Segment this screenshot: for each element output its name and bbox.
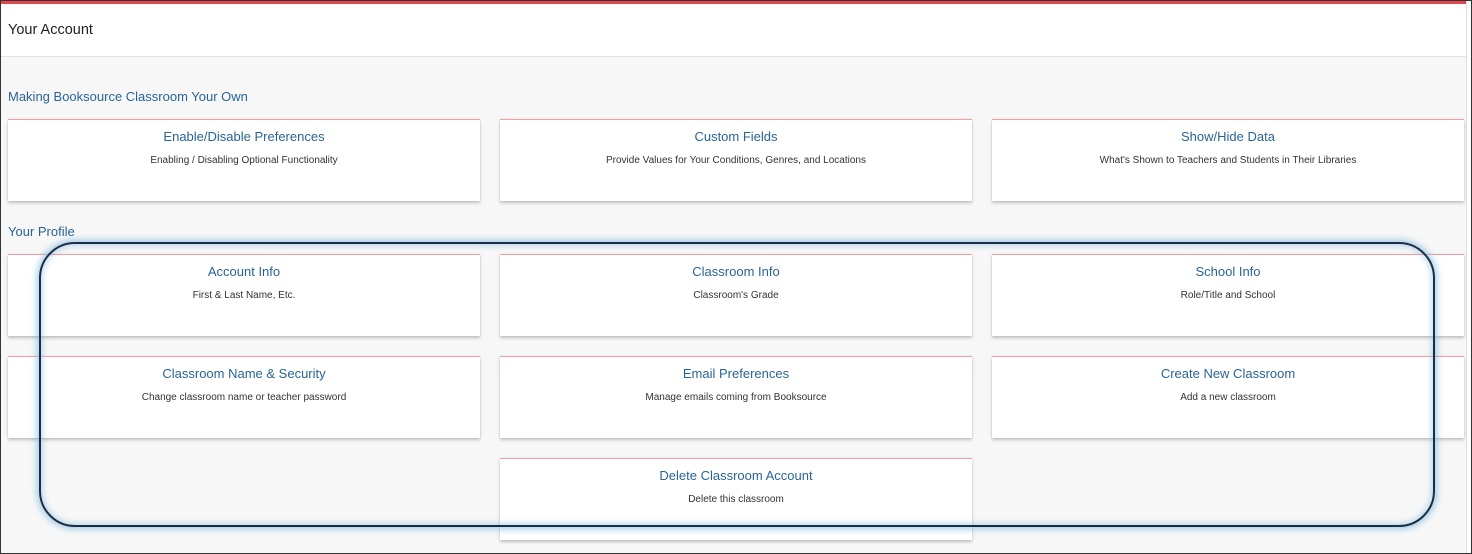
card-school-info[interactable]: School Info Role/Title and School (992, 254, 1464, 336)
card-description: Role/Title and School (1180, 290, 1276, 301)
page-title: Your Account (8, 22, 93, 38)
card-custom-fields[interactable]: Custom Fields Provide Values for Your Co… (500, 119, 972, 201)
card-delete-classroom-account[interactable]: Delete Classroom Account Delete this cla… (500, 458, 972, 540)
card-description: Delete this classroom (688, 494, 784, 505)
card-description: Provide Values for Your Conditions, Genr… (606, 155, 866, 166)
card-description: Change classroom name or teacher passwor… (141, 392, 347, 403)
page-header: Your Account (1, 1, 1471, 57)
card-title[interactable]: Custom Fields (500, 129, 972, 144)
card-title[interactable]: Show/Hide Data (992, 129, 1464, 144)
card-title[interactable]: School Info (992, 264, 1464, 279)
card-show-hide-data[interactable]: Show/Hide Data What's Shown to Teachers … (992, 119, 1464, 201)
card-classroom-info[interactable]: Classroom Info Classroom's Grade (500, 254, 972, 336)
card-account-info[interactable]: Account Info First & Last Name, Etc. (8, 254, 480, 336)
card-title[interactable]: Account Info (8, 264, 480, 279)
card-title[interactable]: Classroom Name & Security (8, 366, 480, 381)
card-description: Manage emails coming from Booksource (645, 392, 827, 403)
account-page: Your Account Making Booksource Classroom… (0, 0, 1472, 554)
card-description: Classroom's Grade (693, 290, 779, 301)
card-email-preferences[interactable]: Email Preferences Manage emails coming f… (500, 356, 972, 438)
card-title[interactable]: Classroom Info (500, 264, 972, 279)
card-title[interactable]: Create New Classroom (992, 366, 1464, 381)
card-title[interactable]: Enable/Disable Preferences (8, 129, 480, 144)
card-description: What's Shown to Teachers and Students in… (1099, 155, 1357, 166)
card-description: Add a new classroom (1180, 392, 1276, 403)
card-enable-disable-preferences[interactable]: Enable/Disable Preferences Enabling / Di… (8, 119, 480, 201)
scrollbar-track[interactable] (1466, 1, 1471, 553)
card-create-new-classroom[interactable]: Create New Classroom Add a new classroom (992, 356, 1464, 438)
card-description: First & Last Name, Etc. (192, 290, 296, 301)
card-title[interactable]: Email Preferences (500, 366, 972, 381)
card-description: Enabling / Disabling Optional Functional… (150, 155, 338, 166)
section-title-your-profile: Your Profile (8, 224, 75, 239)
section-title-make-your-own: Making Booksource Classroom Your Own (8, 89, 248, 104)
card-title[interactable]: Delete Classroom Account (500, 468, 972, 483)
card-classroom-name-security[interactable]: Classroom Name & Security Change classro… (8, 356, 480, 438)
